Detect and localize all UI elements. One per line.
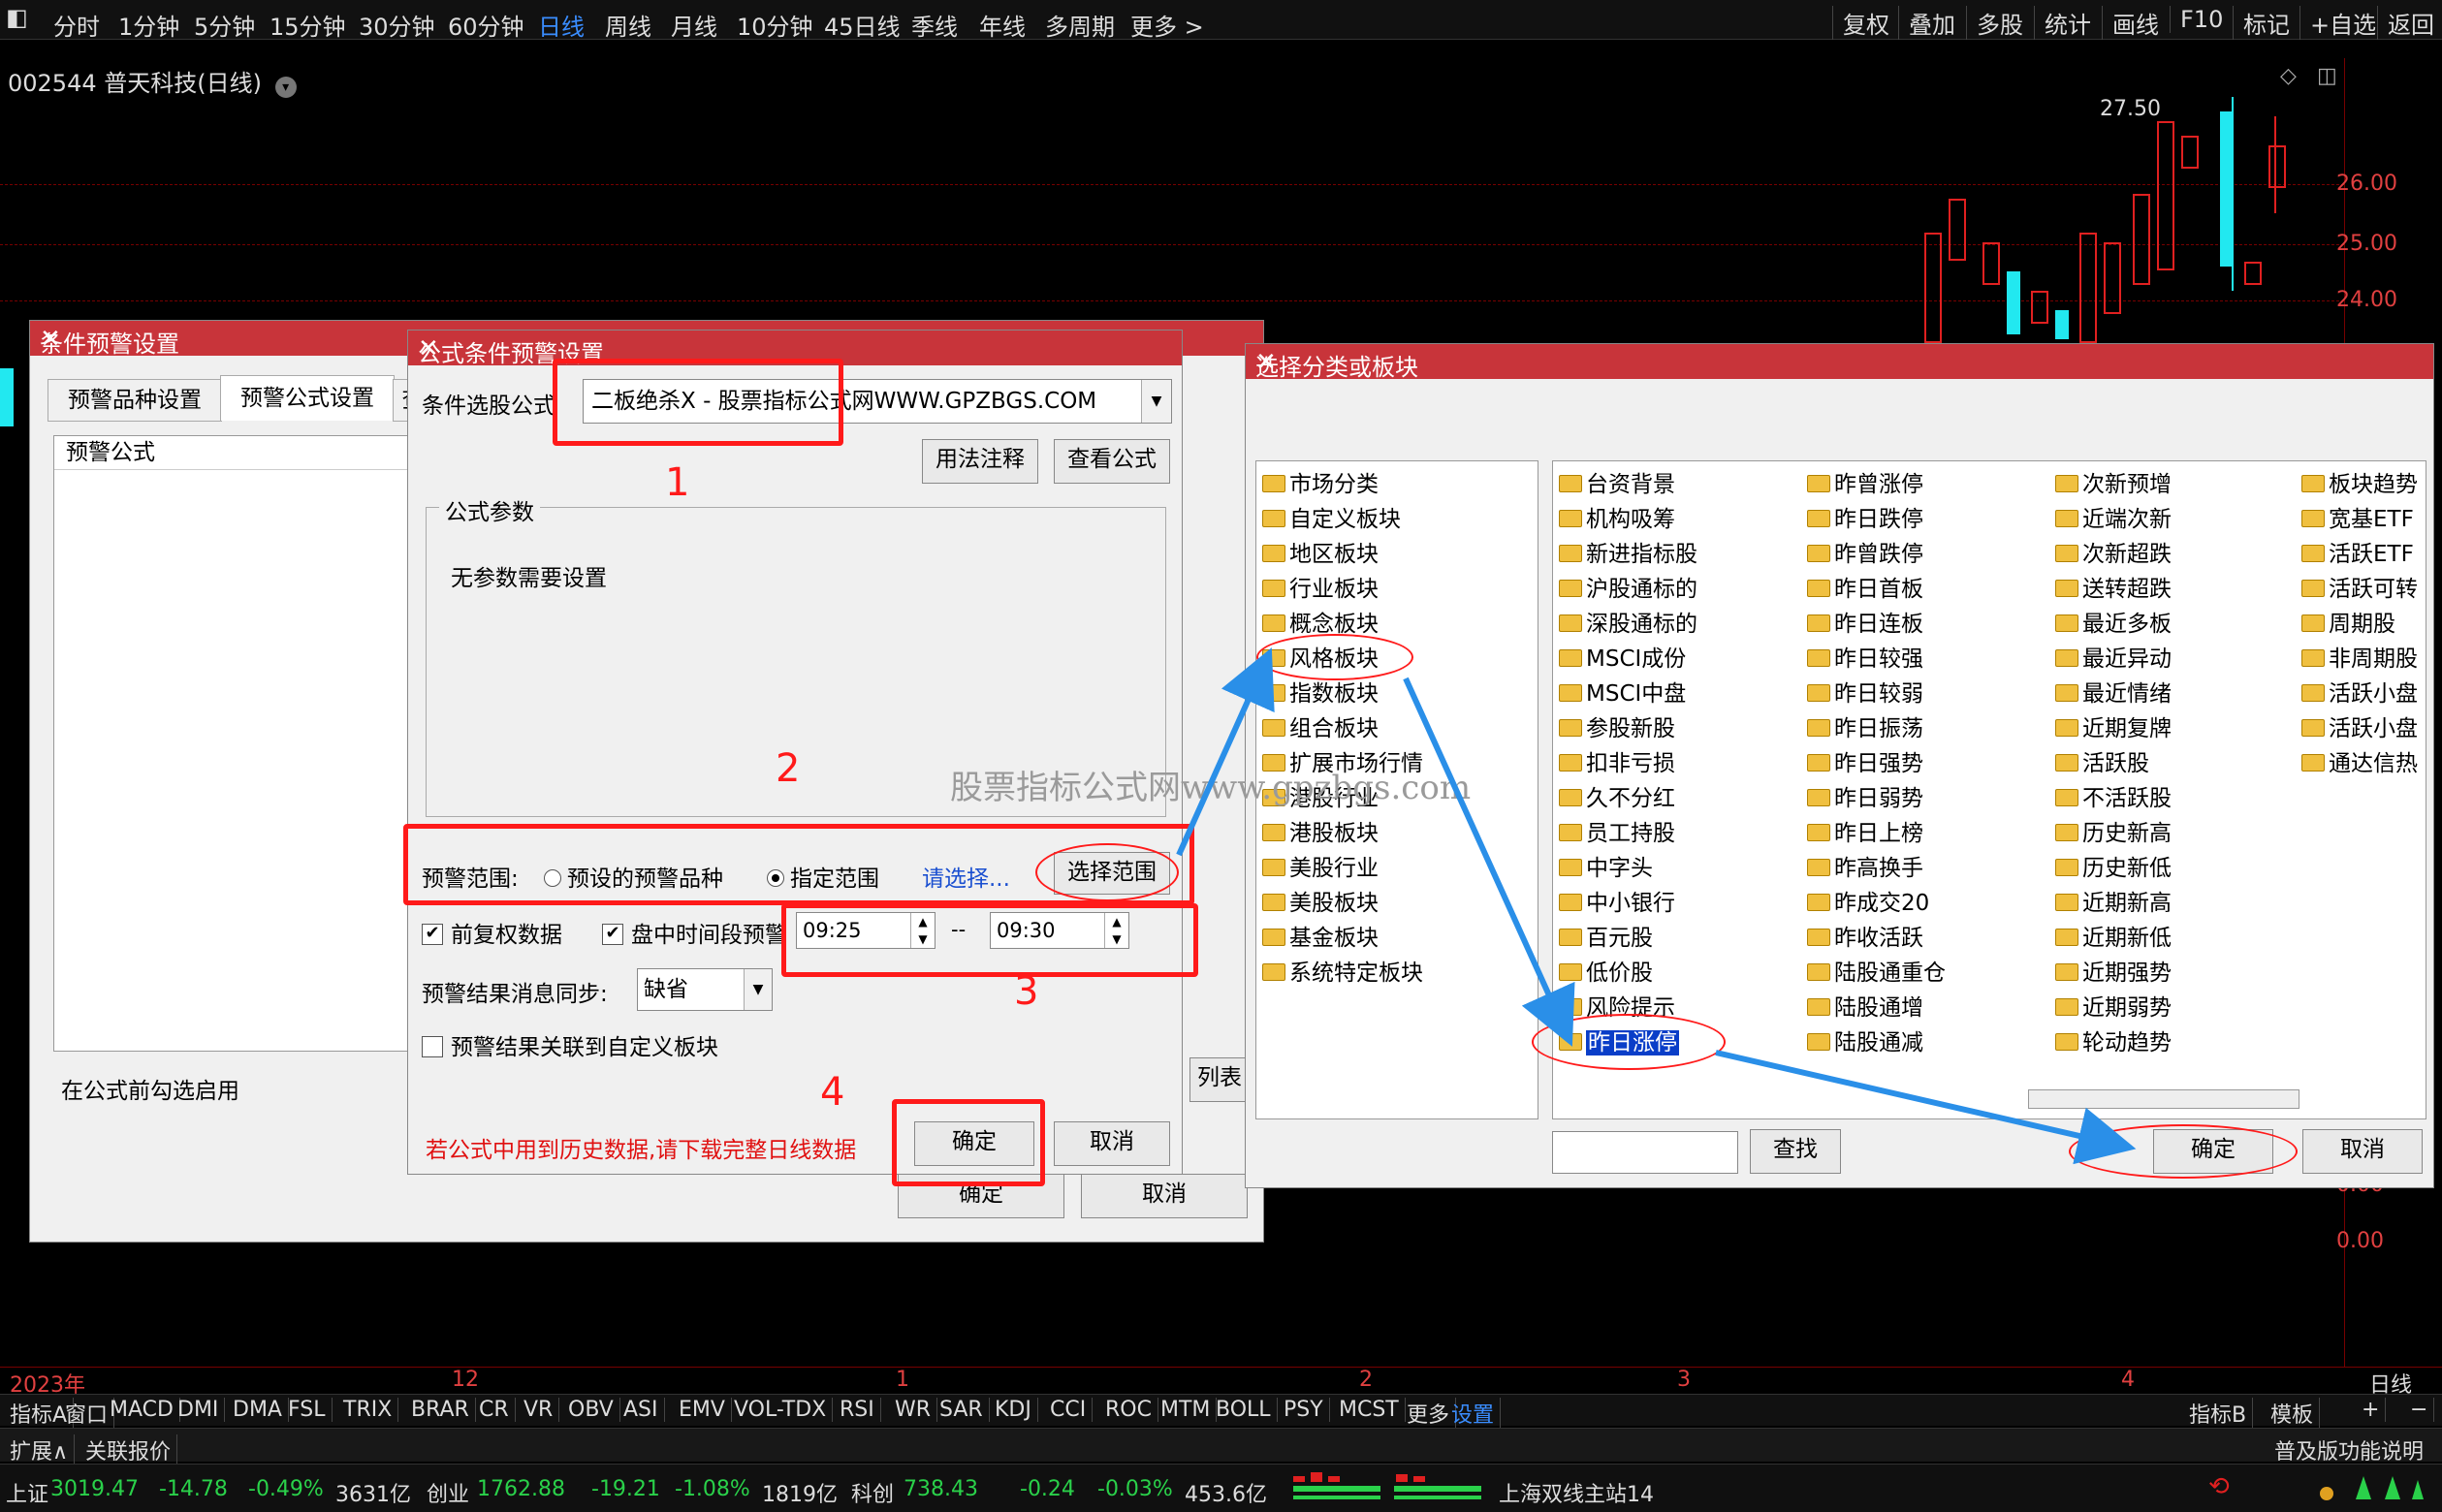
edition-info-link[interactable]: 普及版功能说明 bbox=[2268, 1434, 2429, 1465]
indicator-tab[interactable]: BOLL bbox=[1210, 1398, 1278, 1422]
index-status-bar: 上证 3019.47 -14.78 -0.49% 3631亿 创业 1762.8… bbox=[0, 1464, 2442, 1512]
time-tick: 2 bbox=[1359, 1368, 1373, 1392]
indicator-tab[interactable]: SAR bbox=[934, 1398, 990, 1422]
kc-label: 科创 bbox=[851, 1483, 895, 1507]
indicator-tab[interactable]: OBV bbox=[562, 1398, 620, 1422]
annotation-arrows bbox=[1176, 647, 2137, 1165]
indicator-tab[interactable]: WR bbox=[889, 1398, 938, 1422]
time-tick: 4 bbox=[2121, 1368, 2135, 1392]
indicator-tabs: 指标A 窗口 MACD DMI DMA FSL TRIX BRAR CR VR OBV ASI EMV V… bbox=[0, 1395, 1706, 1429]
arrow-item-to-ok bbox=[1715, 1050, 2137, 1165]
indicator-tab[interactable]: 设置 bbox=[1445, 1398, 1502, 1429]
indicator-tab[interactable]: EMV bbox=[673, 1398, 732, 1422]
sh-amount: 3631亿 bbox=[335, 1483, 411, 1507]
kc-change: -0.24 bbox=[1020, 1477, 1075, 1501]
indicator-tab[interactable]: ROC bbox=[1099, 1398, 1158, 1422]
indicator-tab[interactable]: CCI bbox=[1044, 1398, 1094, 1422]
extension-bar: 扩展∧ 关联报价 普及版功能说明 bbox=[0, 1428, 2442, 1465]
cy-label: 创业 bbox=[427, 1483, 470, 1507]
indicator-tab[interactable]: DMA bbox=[227, 1398, 289, 1422]
cy-amount: 1819亿 bbox=[762, 1483, 838, 1507]
time-tick: 12 bbox=[452, 1368, 479, 1392]
indicator-tab[interactable]: TRIX bbox=[337, 1398, 399, 1422]
time-axis: 2023年 12 1 2 3 4 日线 bbox=[0, 1367, 2442, 1398]
template-button[interactable]: 模板 bbox=[2265, 1398, 2321, 1429]
indicator-tab[interactable]: BRAR bbox=[405, 1398, 476, 1422]
kc-pct: -0.03% bbox=[1097, 1477, 1173, 1501]
indicator-tab[interactable]: MCST bbox=[1333, 1398, 1406, 1422]
cy-value: 1762.88 bbox=[477, 1477, 565, 1501]
sh-pct: -0.49% bbox=[248, 1477, 324, 1501]
market-breadth-icon bbox=[1289, 1470, 1483, 1505]
refresh-icon[interactable]: ⟲ bbox=[2208, 1472, 2230, 1501]
indicator-tab[interactable]: PSY bbox=[1278, 1398, 1330, 1422]
indicator-tab[interactable]: DMI bbox=[172, 1398, 226, 1422]
indicator-tab[interactable]: KDJ bbox=[989, 1398, 1038, 1422]
server-name[interactable]: 上海双线主站14 bbox=[1499, 1477, 1654, 1508]
indicator-tab[interactable]: ASI bbox=[618, 1398, 665, 1422]
arrow-scope-to-style bbox=[1176, 647, 1275, 857]
cy-change: -19.21 bbox=[591, 1477, 660, 1501]
sh-value: 3019.47 bbox=[50, 1477, 139, 1501]
indicator-tab[interactable]: VR bbox=[518, 1398, 560, 1422]
expand-button[interactable]: 扩展∧ bbox=[4, 1434, 76, 1465]
signal-icon bbox=[2317, 1470, 2424, 1509]
arrow-style-to-item bbox=[1403, 677, 1575, 1047]
indicator-tab[interactable]: VOL-TDX bbox=[728, 1398, 834, 1422]
cy-pct: -1.08% bbox=[675, 1477, 750, 1501]
indicator-bar: 指标A 窗口 MACD DMI DMA FSL TRIX BRAR CR VR OBV ASI EMV V… bbox=[0, 1394, 2442, 1429]
indicator-tab[interactable]: CR bbox=[473, 1398, 516, 1422]
indicator-tab[interactable]: FSL bbox=[282, 1398, 333, 1422]
indicator-b[interactable]: 指标B bbox=[2183, 1398, 2254, 1429]
kc-amount: 453.6亿 bbox=[1185, 1483, 1267, 1507]
indicator-tab[interactable]: MACD bbox=[104, 1398, 180, 1422]
indicator-tab[interactable]: MTM bbox=[1155, 1398, 1218, 1422]
related-quote-tab[interactable]: 关联报价 bbox=[79, 1434, 178, 1465]
zoom-out-button[interactable]: − bbox=[2404, 1398, 2435, 1422]
sh-change: -14.78 bbox=[159, 1477, 228, 1501]
time-tick: 3 bbox=[1677, 1368, 1691, 1392]
time-tick: 1 bbox=[896, 1368, 909, 1392]
sh-label: 上证 bbox=[6, 1483, 49, 1507]
zoom-in-button[interactable]: + bbox=[2356, 1398, 2387, 1422]
indicator-tab[interactable]: RSI bbox=[834, 1398, 881, 1422]
kc-value: 738.43 bbox=[904, 1477, 978, 1501]
